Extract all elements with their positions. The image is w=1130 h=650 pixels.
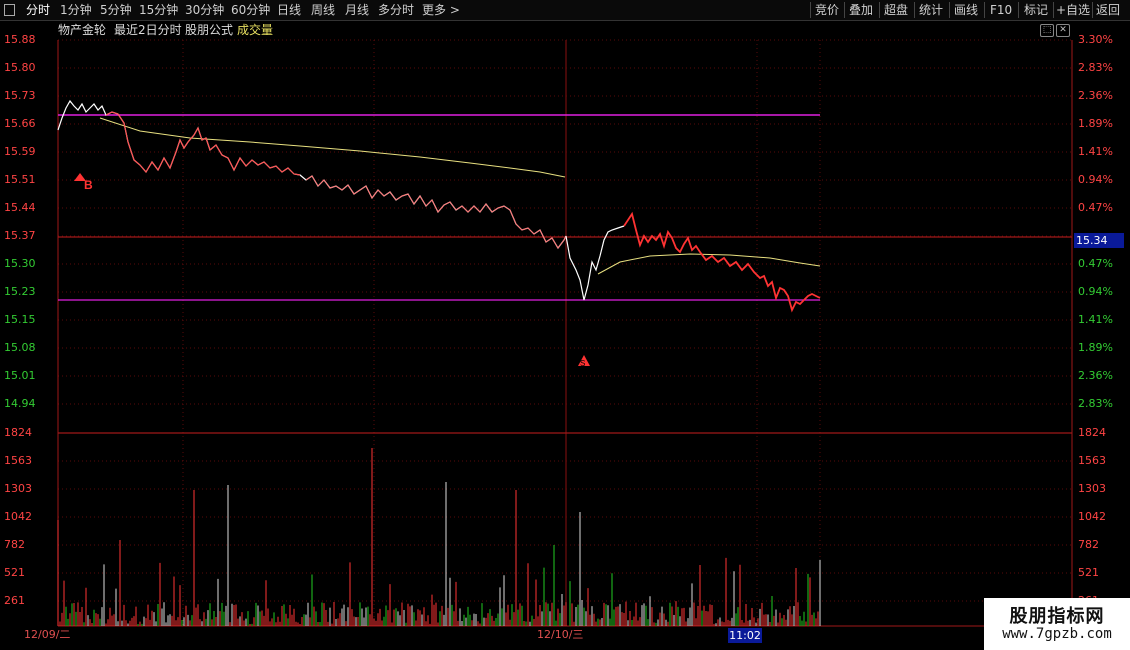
- price-axis-label: 15.37: [4, 229, 36, 242]
- price-axis-label: 15.59: [4, 145, 36, 158]
- volume-axis-label: 521: [1078, 566, 1099, 579]
- price-axis-label: 15.51: [4, 173, 36, 186]
- price-axis-label: 15.01: [4, 369, 36, 382]
- volume-axis-label: 261: [4, 594, 25, 607]
- percent-axis-label: 1.41%: [1078, 145, 1113, 158]
- price-axis-label: 14.94: [4, 397, 36, 410]
- volume-axis-label: 1042: [4, 510, 32, 523]
- percent-axis-label: 0.94%: [1078, 173, 1113, 186]
- percent-axis-label: 1.41%: [1078, 313, 1113, 326]
- time-readout: 11:02: [728, 628, 762, 643]
- price-axis-label: 15.66: [4, 117, 36, 130]
- percent-axis-label: 1.89%: [1078, 341, 1113, 354]
- percent-axis-label: 2.36%: [1078, 89, 1113, 102]
- percent-axis-label: 3.30%: [1078, 33, 1113, 46]
- volume-axis-label: 782: [1078, 538, 1099, 551]
- volume-axis-label: 1563: [1078, 454, 1106, 467]
- percent-axis-label: 2.36%: [1078, 369, 1113, 382]
- price-axis-label: 15.08: [4, 341, 36, 354]
- percent-axis-label: 2.83%: [1078, 61, 1113, 74]
- date-label-day1: 12/09/二: [24, 628, 71, 641]
- volume-axis-label: 521: [4, 566, 25, 579]
- current-price-badge: 15.34: [1074, 233, 1124, 248]
- volume-axis-label: 1303: [4, 482, 32, 495]
- volume-axis-label: 1303: [1078, 482, 1106, 495]
- price-axis-label: 15.73: [4, 89, 36, 102]
- volume-axis-label: 1824: [1078, 426, 1106, 439]
- sell-marker-label: S: [580, 359, 585, 368]
- price-axis-label: 15.15: [4, 313, 36, 326]
- price-line-day2-late: [623, 211, 821, 313]
- watermark: 股朋指标网 www.7gpzb.com: [984, 598, 1130, 650]
- percent-axis-label: 0.47%: [1078, 201, 1113, 214]
- percent-axis-label: 0.94%: [1078, 285, 1113, 298]
- watermark-url: www.7gpzb.com: [1002, 626, 1112, 642]
- price-line-day1: [57, 99, 567, 250]
- volume-axis-label: 1563: [4, 454, 32, 467]
- watermark-title: 股朋指标网: [1009, 606, 1105, 627]
- volume-axis-label: 782: [4, 538, 25, 551]
- price-axis-label: 15.44: [4, 201, 36, 214]
- price-axis-label: 15.88: [4, 33, 36, 46]
- price-axis-label: 15.80: [4, 61, 36, 74]
- percent-axis-label: 2.83%: [1078, 397, 1113, 410]
- buy-marker-label: B: [84, 178, 93, 192]
- volume-axis-label: 1042: [1078, 510, 1106, 523]
- volume-axis-label: 1824: [4, 426, 32, 439]
- intraday-chart: BS: [57, 39, 1073, 627]
- price-axis-label: 15.30: [4, 257, 36, 270]
- percent-axis-label: 0.47%: [1078, 257, 1113, 270]
- price-axis-label: 15.23: [4, 285, 36, 298]
- date-label-day2: 12/10/三: [537, 628, 584, 641]
- percent-axis-label: 1.89%: [1078, 117, 1113, 130]
